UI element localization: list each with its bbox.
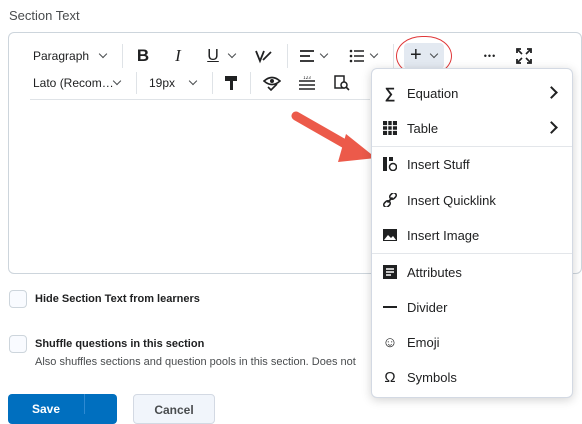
paragraph-select-label: Paragraph [33,49,90,63]
save-split-divider [84,394,85,414]
link-icon [382,192,398,208]
svg-text:123: 123 [303,76,311,80]
menu-item-emoji[interactable]: ☺ Emoji [372,325,572,359]
menu-item-label: Emoji [407,334,440,350]
cancel-button[interactable]: Cancel [133,394,215,424]
more-options-icon[interactable]: ••• [480,44,500,68]
menu-item-symbols[interactable]: Ω Symbols [372,360,572,394]
shuffle-questions-description: Also shuffles sections and question pool… [35,356,356,368]
word-count-icon[interactable]: 123 [297,71,317,95]
divider-icon [382,299,398,315]
format-painter-icon[interactable] [222,71,240,95]
font-select-label: Lato (Recom… [33,76,114,90]
sigma-icon: ∑ [384,84,396,102]
menu-item-insert-quicklink[interactable]: Insert Quicklink [372,183,572,217]
fullscreen-icon[interactable] [514,44,534,68]
menu-item-insert-stuff[interactable]: Insert Stuff [372,147,572,181]
attributes-icon [382,264,398,280]
menu-item-label: Attributes [407,264,462,280]
strikethrough-format-icon[interactable] [252,44,274,68]
menu-divider [372,253,572,254]
toolbar-bottom-border [30,99,370,100]
hide-section-label: Hide Section Text from learners [35,293,200,305]
table-grid-icon [382,120,398,136]
menu-item-label: Insert Image [407,227,480,243]
annotation-arrow-icon [291,111,376,162]
menu-item-label: Insert Stuff [407,156,470,172]
shuffle-questions-label: Shuffle questions in this section [35,338,205,350]
menu-item-attributes[interactable]: Attributes [372,255,572,289]
image-icon [382,227,398,243]
section-text-label: Section Text [9,8,80,23]
omega-icon: Ω [384,368,396,386]
toolbar-divider [122,44,123,68]
toolbar-divider [393,44,394,68]
save-button-label: Save [32,402,61,416]
save-button[interactable]: Save [8,394,117,424]
toolbar-divider [287,44,288,68]
bold-button[interactable]: B [133,44,153,68]
toolbar-divider [250,72,251,94]
emoji-icon: ☺ [382,333,398,351]
toolbar-divider [212,72,213,94]
menu-item-label: Insert Quicklink [407,192,496,208]
italic-button[interactable]: I [168,44,188,68]
menu-item-insert-image[interactable]: Insert Image [372,218,572,252]
size-select-label: 19px [149,76,176,90]
chevron-right-icon [545,121,558,134]
menu-item-table[interactable]: Table [372,111,572,145]
toolbar-divider [136,72,137,94]
menu-item-divider[interactable]: Divider [372,290,572,324]
chevron-right-icon [545,86,558,99]
hide-section-checkbox[interactable] [9,290,27,308]
accessibility-check-icon[interactable] [262,71,282,95]
insert-dropdown-menu: ∑ Equation Table Insert Stuff Insert Qui… [371,68,573,398]
menu-item-label: Symbols [407,369,457,385]
bullet-list-icon [348,44,366,68]
menu-item-label: Divider [407,299,448,315]
menu-item-label: Equation [407,85,459,101]
underline-label: U [207,47,219,64]
find-replace-icon[interactable] [332,71,352,95]
menu-item-equation[interactable]: ∑ Equation [372,76,572,110]
align-left-icon [298,44,316,68]
menu-item-label: Table [407,120,439,136]
shuffle-questions-checkbox[interactable] [9,335,27,353]
insert-stuff-icon [382,156,398,172]
